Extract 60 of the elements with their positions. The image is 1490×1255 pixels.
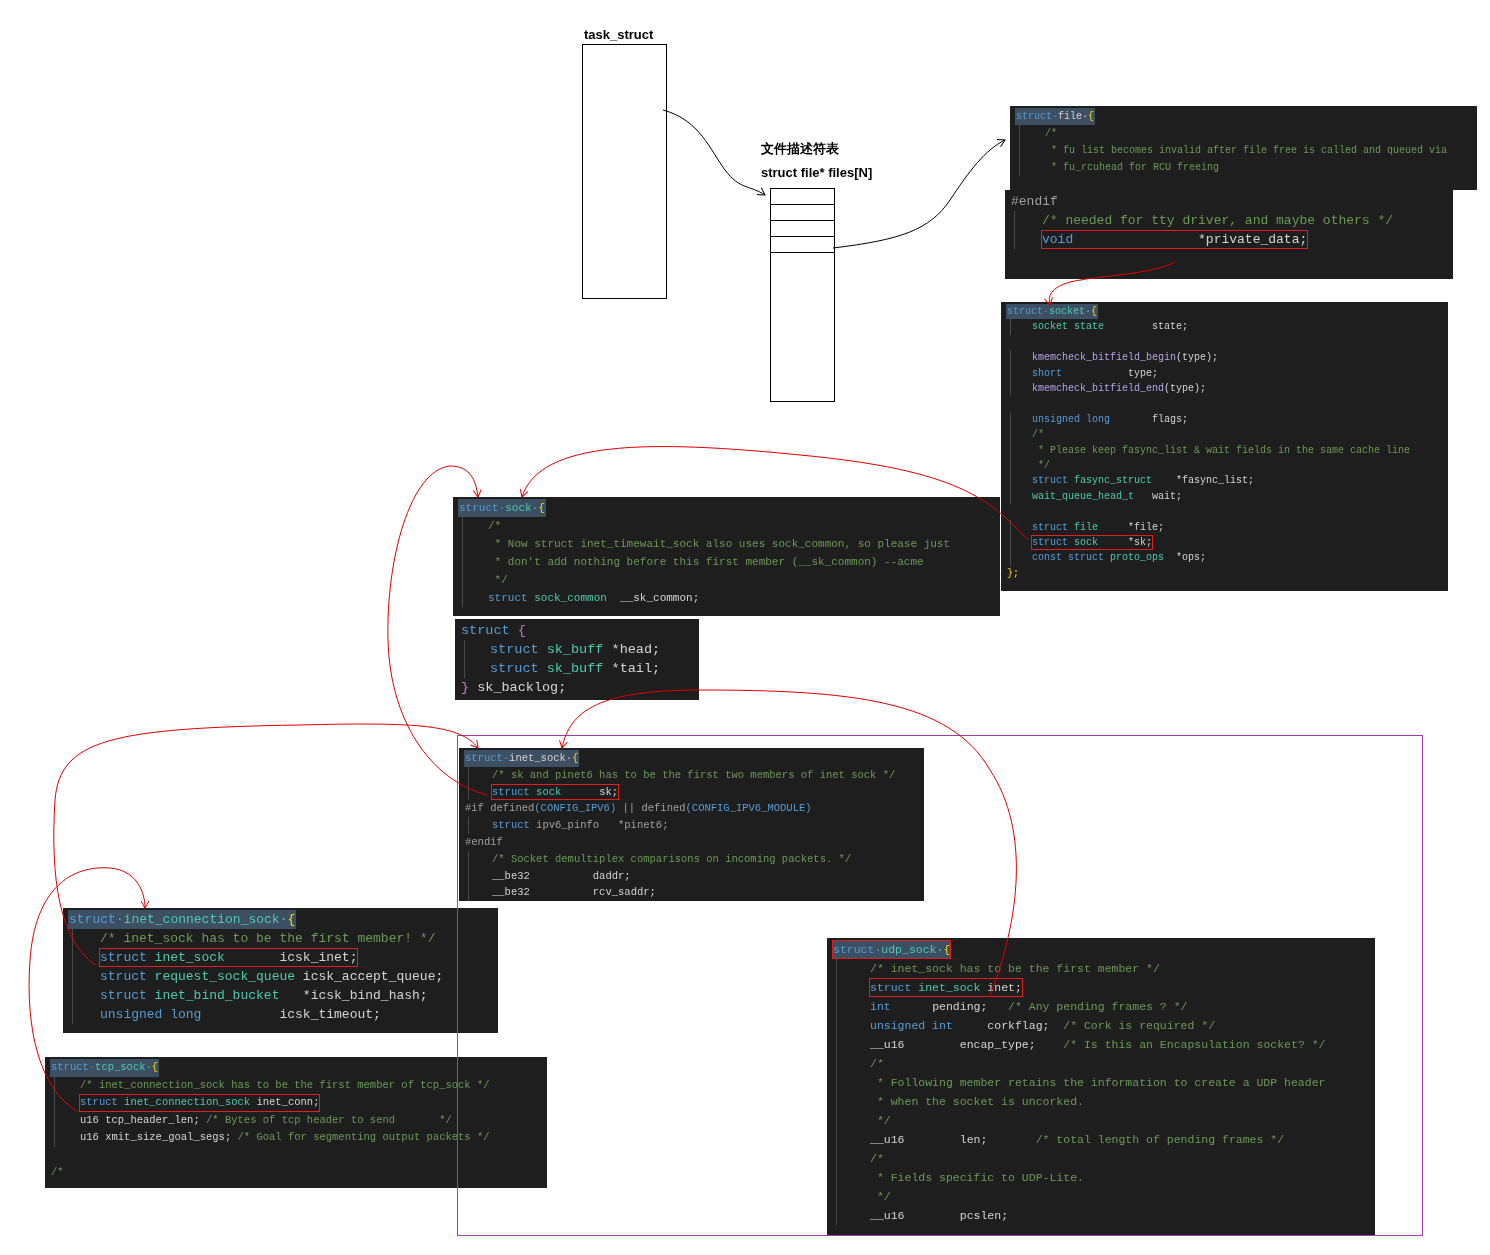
code-line: /* [836,1054,885,1073]
code-line: unsigned long flags; [1010,411,1190,428]
code-line: } sk_backlog; [460,679,568,697]
table-title: 文件描述符表 [761,140,839,158]
code-line: __be32 daddr; [468,867,632,885]
code-line: short type; [1010,365,1160,381]
code-line: /* [50,1165,65,1180]
code-line: /* [1019,125,1058,142]
code-line: struct request_sock_queue icsk_accept_queue; [72,967,445,986]
code-line: /* [462,517,503,535]
code-line: wait_queue_head_t wait; [1010,488,1184,505]
code-line: struct { [460,622,527,640]
code-line: * Following member retains the information to create a UDP header [836,1073,1327,1092]
struct-title: task_struct [584,27,654,42]
code-line: /* needed for tty driver, and maybe others */ [1014,211,1395,230]
code-line: socket state state; [1010,319,1190,335]
code-line: * Fields specific to UDP-Lite. [836,1168,1085,1187]
code-line: unsigned int corkflag; /* Cork is required */ [836,1016,1217,1035]
code-line: struct ipv6_pinfo *pinet6; [468,817,670,834]
code-line: struct sock_common __sk_common; [462,589,701,607]
code-line: /* [836,1149,885,1168]
code-line: /* [1010,427,1045,443]
code-line: struct inet_connection_sock inet_conn; [54,1094,321,1112]
code-line: unsigned long icsk_timeout; [72,1005,382,1024]
code-line: * when the socket is uncorked. [836,1092,1085,1111]
code-line: struct sock sk; [468,783,620,801]
code-line: __u16 pcslen; [836,1206,1010,1225]
code-line: int pending; /* Any pending frames ? */ [836,997,1189,1016]
code-line: * fu_rcuhead for RCU freeing [1019,159,1221,176]
code-line: /* Socket demultiplex comparisons on incoming packets. */ [468,850,853,868]
code-line: struct file *file; [1010,519,1166,536]
code-line: */ [1010,458,1051,474]
code-line: struct sk_buff *head; [464,640,662,659]
code-line: __be32 rcv_saddr; [468,884,657,901]
code-line: kmemcheck_bitfield_end(type); [1010,381,1208,397]
code-line: struct inet_bind_bucket *icsk_bind_hash; [72,986,429,1005]
code-line: #endif [1010,193,1059,211]
code-line: * don't add nothing before this first member (__sk_common) --acme [462,553,925,571]
code-line: /* inet_sock has to be the first member! */ [72,929,437,948]
code-line: /* sk and pinet6 has to be the first two members of inet sock */ [468,766,897,784]
code-line: u16 tcp_header_len; /* Bytes of tcp header to send */ [54,1111,453,1129]
code-line: }; [1006,566,1020,581]
code-line: struct fasync_struct *fasync_list; [1010,473,1256,489]
code-line: #if defined(CONFIG_IPV6) || defined(CONFIG_IPV6_MODULE) [464,801,813,817]
code-line: * fu list becomes invalid after file free is called and queued via [1019,142,1449,159]
code-line: */ [836,1187,892,1206]
code-line: struct inet_sock icsk_inet; [72,948,359,967]
code-line: __u16 encap_type; /* Is this an Encapsulation socket? */ [836,1035,1327,1054]
code-line: * Please keep fasync_list & wait fields in the same cache line [1010,442,1412,459]
code-line: __u16 len; /* total length of pending frames */ [836,1130,1286,1149]
code-line: struct sock *sk; [1010,535,1154,551]
code-line: const struct proto_ops *ops; [1010,550,1208,566]
code-line: */ [462,571,509,589]
code-line: struct sk_buff *tail; [464,659,662,678]
code-line: */ [836,1111,892,1130]
code-line: void *private_data; [1014,230,1309,249]
code-line: kmemcheck_bitfield_begin(type); [1010,350,1220,366]
code-line: #endif [464,835,504,850]
table-subtitle: struct file* files[N] [761,165,873,180]
code-line: * Now struct inet_timewait_sock also uses sock_common, so please just [462,535,952,553]
